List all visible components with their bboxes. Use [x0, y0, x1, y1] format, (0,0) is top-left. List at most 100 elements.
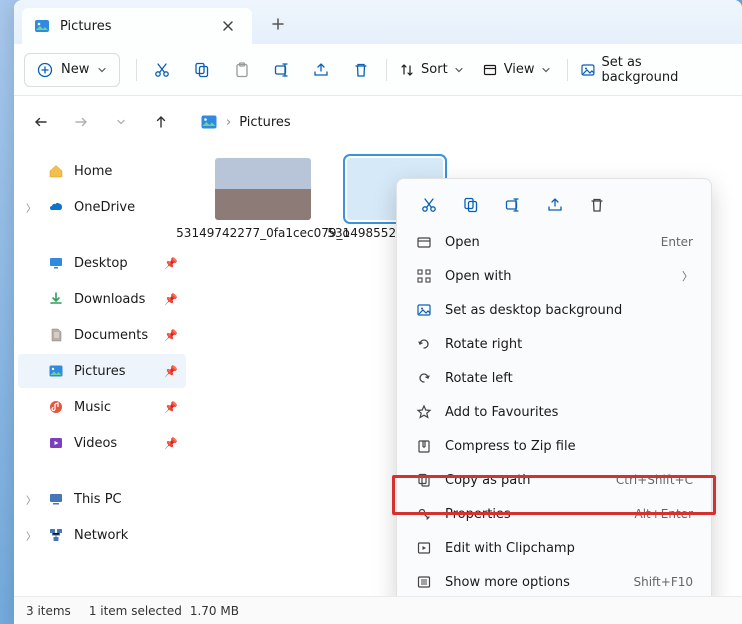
- cut-icon: [420, 196, 438, 214]
- sidebar-pictures[interactable]: Pictures 📌: [18, 354, 186, 388]
- share-icon: [546, 196, 564, 214]
- ctx-open[interactable]: Open Enter: [403, 225, 705, 259]
- copy-button[interactable]: [183, 53, 221, 87]
- chevron-right-icon: 〉: [682, 268, 693, 284]
- pin-icon: 📌: [164, 329, 178, 342]
- ctx-more-label: Show more options: [445, 575, 570, 590]
- pin-icon: 📌: [164, 437, 178, 450]
- pictures-icon: [34, 18, 50, 34]
- chevron-right-icon: 〉: [26, 528, 36, 543]
- ctx-rotate-right[interactable]: Rotate right: [403, 327, 705, 361]
- home-icon: [48, 163, 64, 179]
- ctx-copypath-shortcut: Ctrl+Shift+C: [616, 473, 693, 487]
- rename-icon: [504, 196, 522, 214]
- sort-button[interactable]: Sort: [393, 53, 474, 87]
- music-icon: [48, 399, 64, 415]
- sidebar-music[interactable]: Music 📌: [18, 390, 186, 424]
- up-button[interactable]: [144, 105, 178, 139]
- chevron-right-icon: 〉: [26, 200, 36, 215]
- ctx-rotate-left[interactable]: Rotate left: [403, 361, 705, 395]
- sidebar-documents[interactable]: Documents 📌: [18, 318, 186, 352]
- breadcrumb-sep: ›: [226, 115, 231, 130]
- sidebar-desktop[interactable]: Desktop 📌: [18, 246, 186, 280]
- pictures-icon: [48, 363, 64, 379]
- ctx-rotr-label: Rotate right: [445, 337, 522, 352]
- zip-icon: [415, 437, 433, 455]
- spacer: [18, 462, 186, 480]
- rename-icon: [273, 61, 291, 79]
- status-bar: 3 items 1 item selected 1.70 MB: [14, 596, 742, 624]
- arrow-right-icon: [73, 114, 89, 130]
- set-background-button[interactable]: Set as background: [574, 53, 732, 87]
- sidebar-pictures-label: Pictures: [74, 364, 125, 379]
- view-button[interactable]: View: [476, 53, 561, 87]
- pin-icon: 📌: [164, 365, 178, 378]
- separator: [567, 59, 568, 81]
- ctx-properties[interactable]: Properties Alt+Enter: [403, 497, 705, 531]
- tab-close-button[interactable]: [216, 14, 240, 38]
- sort-label: Sort: [421, 62, 448, 77]
- open-icon: [415, 233, 433, 251]
- clipchamp-icon: [415, 539, 433, 557]
- ctx-copy[interactable]: [451, 188, 491, 222]
- tab-bar: Pictures: [14, 0, 742, 44]
- back-button[interactable]: [24, 105, 58, 139]
- cut-button[interactable]: [143, 53, 181, 87]
- ctx-delete[interactable]: [577, 188, 617, 222]
- copy-icon: [193, 61, 211, 79]
- sidebar-thispc[interactable]: 〉 This PC: [18, 482, 186, 516]
- file-item[interactable]: 53149742277_0fa1cec079_o: [208, 158, 318, 240]
- sidebar-network-label: Network: [74, 528, 128, 543]
- ctx-zip[interactable]: Compress to Zip file: [403, 429, 705, 463]
- rotate-right-icon: [415, 335, 433, 353]
- nav-row: › Pictures: [14, 96, 742, 148]
- tab-pictures[interactable]: Pictures: [22, 8, 252, 44]
- pin-icon: 📌: [164, 257, 178, 270]
- file-explorer-window: Pictures New Sort View: [14, 0, 742, 624]
- new-icon: [37, 62, 53, 78]
- forward-button[interactable]: [64, 105, 98, 139]
- ctx-favourites[interactable]: Add to Favourites: [403, 395, 705, 429]
- breadcrumb-current[interactable]: Pictures: [239, 115, 290, 130]
- ctx-rename[interactable]: [493, 188, 533, 222]
- star-icon: [415, 403, 433, 421]
- ctx-clipchamp[interactable]: Edit with Clipchamp: [403, 531, 705, 565]
- ctx-cut[interactable]: [409, 188, 449, 222]
- rename-button[interactable]: [263, 53, 301, 87]
- ctx-more[interactable]: Show more options Shift+F10: [403, 565, 705, 599]
- documents-icon: [48, 327, 64, 343]
- properties-icon: [415, 505, 433, 523]
- address-bar[interactable]: › Pictures: [192, 105, 299, 139]
- share-icon: [312, 61, 330, 79]
- ctx-zip-label: Compress to Zip file: [445, 439, 576, 454]
- new-tab-button[interactable]: [262, 8, 294, 40]
- new-button[interactable]: New: [24, 53, 120, 87]
- chevron-down-icon: [541, 65, 551, 75]
- share-button[interactable]: [302, 53, 340, 87]
- chevron-right-icon: 〉: [26, 492, 36, 507]
- openwith-icon: [415, 267, 433, 285]
- ctx-share[interactable]: [535, 188, 575, 222]
- recent-button[interactable]: [104, 105, 138, 139]
- sidebar-onedrive[interactable]: 〉 OneDrive: [18, 190, 186, 224]
- separator: [136, 59, 137, 81]
- ctx-setbg[interactable]: Set as desktop background: [403, 293, 705, 327]
- view-icon: [482, 62, 498, 78]
- delete-button[interactable]: [342, 53, 380, 87]
- status-selected: 1 item selected: [89, 604, 182, 618]
- ctx-openwith[interactable]: Open with 〉: [403, 259, 705, 293]
- sidebar-downloads[interactable]: Downloads 📌: [18, 282, 186, 316]
- sidebar-documents-label: Documents: [74, 328, 148, 343]
- sidebar-videos[interactable]: Videos 📌: [18, 426, 186, 460]
- sidebar-home-label: Home: [74, 164, 112, 179]
- file-thumbnail: [215, 158, 311, 220]
- wallpaper-icon: [580, 62, 596, 78]
- videos-icon: [48, 435, 64, 451]
- ctx-copypath[interactable]: Copy as path Ctrl+Shift+C: [403, 463, 705, 497]
- delete-icon: [588, 196, 606, 214]
- onedrive-icon: [48, 199, 64, 215]
- ctx-open-shortcut: Enter: [661, 235, 693, 249]
- sidebar-network[interactable]: 〉 Network: [18, 518, 186, 552]
- sidebar-home[interactable]: Home: [18, 154, 186, 188]
- paste-button[interactable]: [223, 53, 261, 87]
